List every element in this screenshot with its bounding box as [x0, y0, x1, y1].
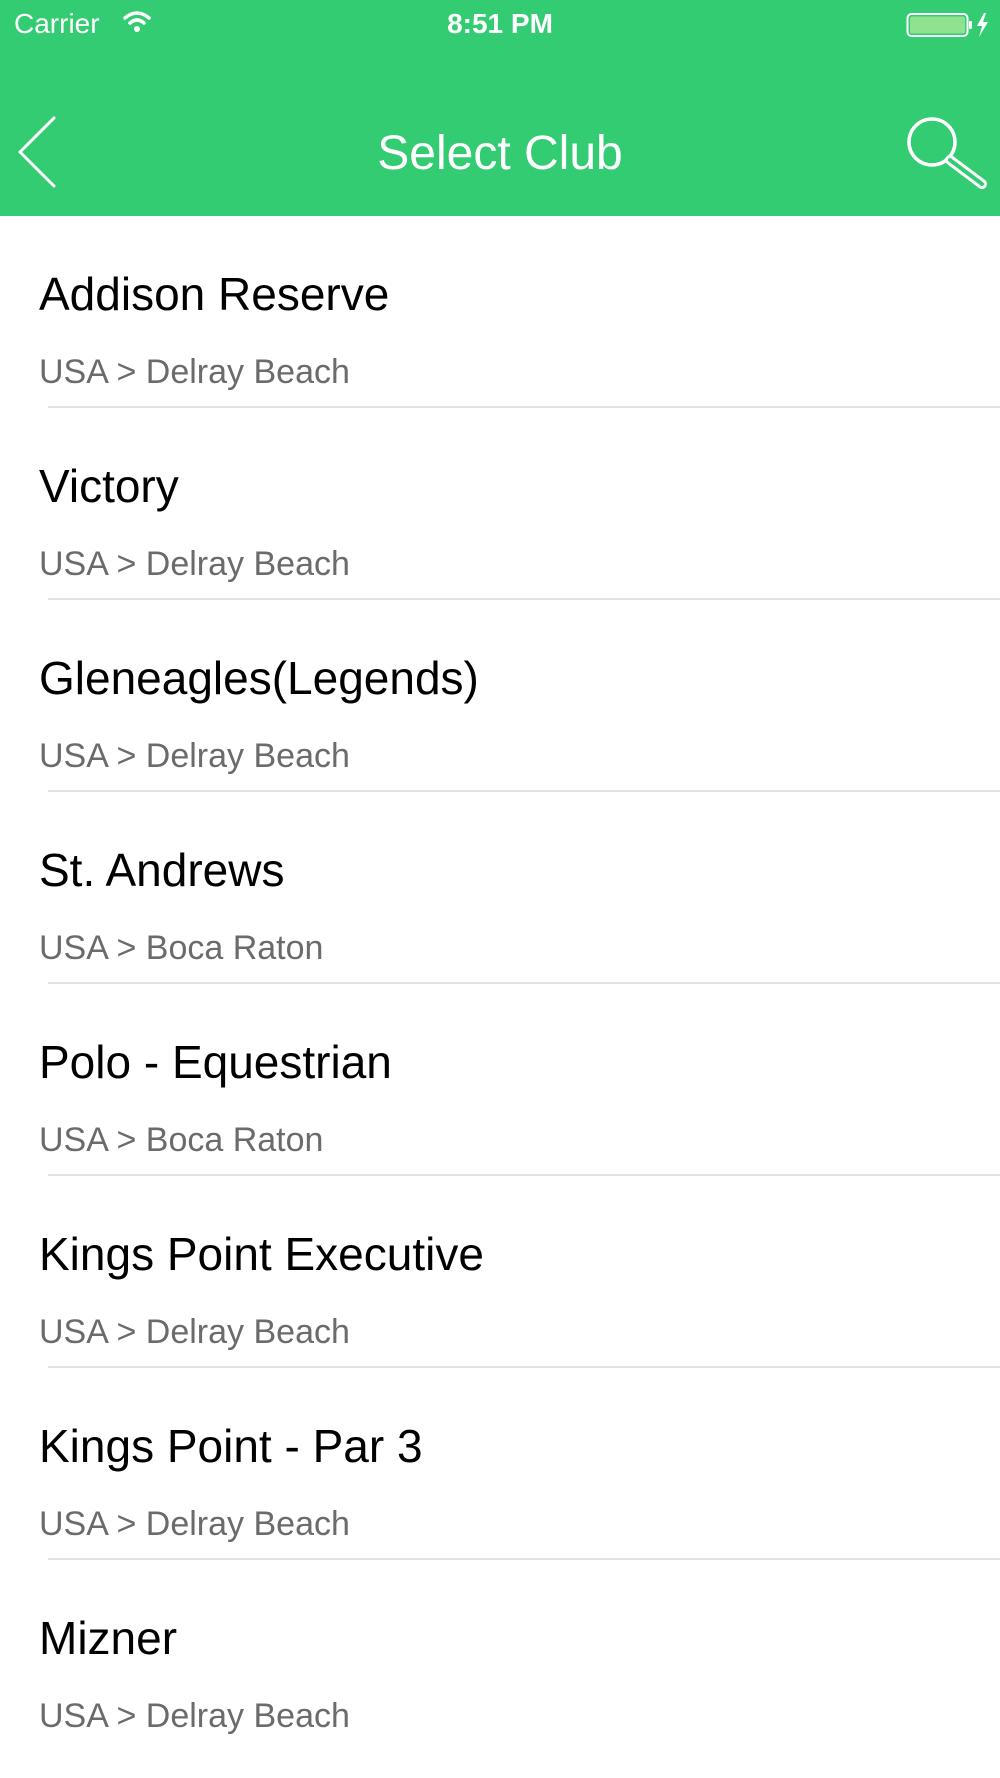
club-list-item[interactable]: Kings Point - Par 3 USA > Delray Beach — [0, 1368, 1000, 1560]
club-name: Polo - Equestrian — [39, 1036, 392, 1088]
club-name: Kings Point Executive — [39, 1228, 484, 1280]
club-location: USA > Boca Raton — [39, 1121, 324, 1159]
club-name: St. Andrews — [39, 844, 285, 896]
club-location: USA > Delray Beach — [39, 545, 350, 583]
club-name: Kings Point - Par 3 — [39, 1420, 423, 1472]
club-name: Addison Reserve — [39, 268, 390, 320]
club-list-item[interactable]: Addison Reserve USA > Delray Beach — [0, 216, 1000, 408]
club-list-item[interactable]: Mizner USA > Delray Beach — [0, 1560, 1000, 1752]
content-frame: Carrier 8:51 PM Select Club Addison Rese… — [0, 0, 1000, 1778]
status-bar: Carrier 8:51 PM — [0, 0, 1000, 50]
page-title: Select Club — [377, 127, 623, 180]
club-location: USA > Boca Raton — [39, 929, 324, 967]
club-list-item[interactable]: Polo - Equestrian USA > Boca Raton — [0, 984, 1000, 1176]
club-name: Gleneagles(Legends) — [39, 652, 479, 704]
club-name: Mizner — [39, 1612, 178, 1664]
club-list-item[interactable]: St. Andrews USA > Boca Raton — [0, 792, 1000, 984]
club-list-item[interactable]: Victory USA > Delray Beach — [0, 408, 1000, 600]
search-icon[interactable] — [900, 112, 990, 192]
club-list-item[interactable]: Kings Point Executive USA > Delray Beach — [0, 1176, 1000, 1368]
club-location: USA > Delray Beach — [39, 1505, 350, 1543]
navigation-bar: Carrier 8:51 PM Select Club — [0, 0, 1000, 216]
club-location: USA > Delray Beach — [39, 737, 350, 775]
club-name: Victory — [39, 460, 179, 512]
club-list-item[interactable]: Gleneagles(Legends) USA > Delray Beach — [0, 600, 1000, 792]
club-location: USA > Delray Beach — [39, 1313, 350, 1351]
club-location: USA > Delray Beach — [39, 1697, 350, 1735]
club-list: Addison Reserve USA > Delray Beach Victo… — [0, 216, 1000, 1752]
status-time: 8:51 PM — [447, 8, 553, 39]
club-location: USA > Delray Beach — [39, 353, 350, 391]
battery-charging-icon — [906, 13, 988, 37]
